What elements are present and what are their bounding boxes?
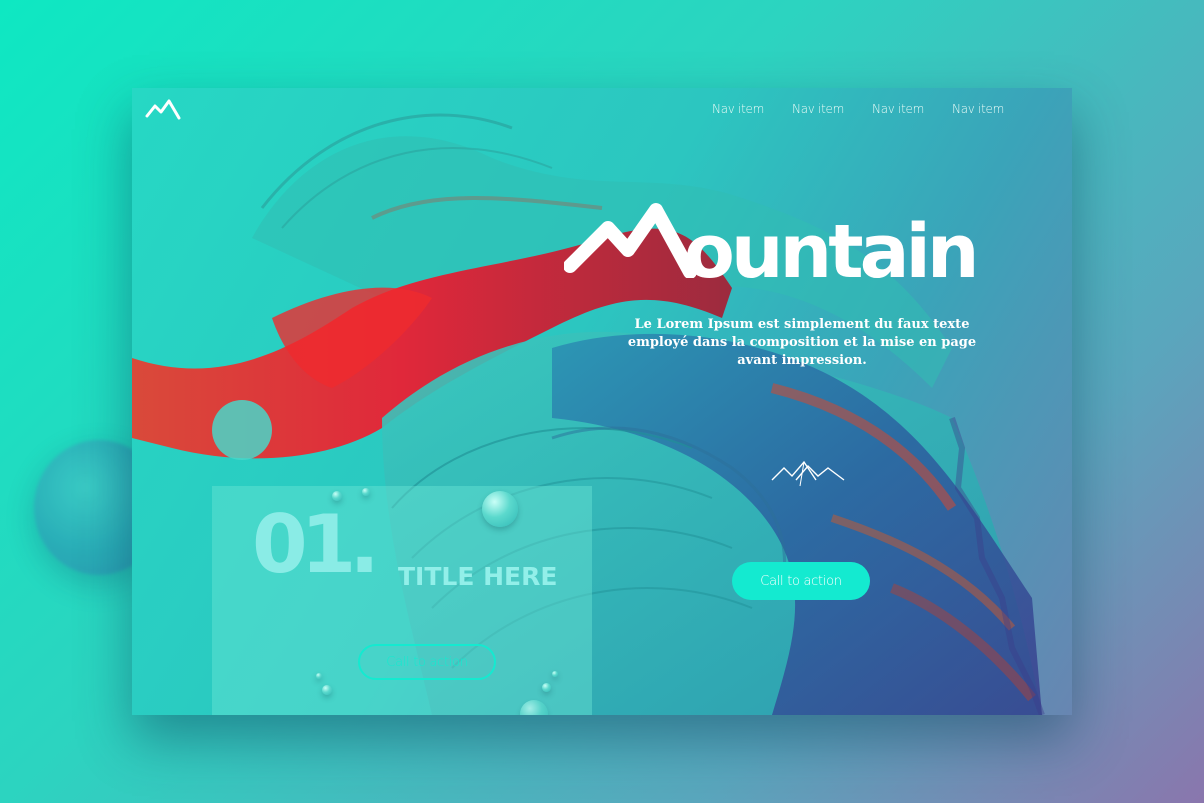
water-droplet — [322, 685, 332, 695]
water-droplet — [542, 683, 551, 692]
water-droplet — [316, 673, 322, 679]
panel-number: 01. — [252, 498, 380, 591]
hero-title: ountain — [564, 196, 1004, 306]
water-droplet — [552, 671, 558, 677]
mountain-m-icon — [564, 203, 696, 278]
mini-mountain-icon — [771, 460, 845, 487]
panel-cta-button[interactable]: Call to action — [358, 644, 496, 680]
nav-item-2[interactable]: Nav item — [778, 102, 858, 116]
nav-item-1[interactable]: Nav item — [698, 102, 778, 116]
water-droplet — [482, 491, 518, 527]
hero-brand-word: ountain — [684, 209, 980, 295]
feature-panel: 01. TITLE HERE Call to action — [212, 486, 592, 715]
mountain-logo-icon[interactable] — [145, 98, 181, 120]
nav-item-4[interactable]: Nav item — [938, 102, 1018, 116]
water-droplet — [332, 491, 342, 501]
panel-title: TITLE HERE — [398, 562, 558, 591]
nav-item-3[interactable]: Nav item — [858, 102, 938, 116]
hero-tagline: Le Lorem Ipsum est simplement du faux te… — [627, 317, 977, 368]
top-nav: Nav item Nav item Nav item Nav item — [698, 102, 1018, 116]
hero-cta-button[interactable]: Call to action — [732, 562, 870, 600]
hero-card: Nav item Nav item Nav item Nav item ount… — [132, 88, 1072, 715]
water-droplet — [362, 488, 370, 496]
